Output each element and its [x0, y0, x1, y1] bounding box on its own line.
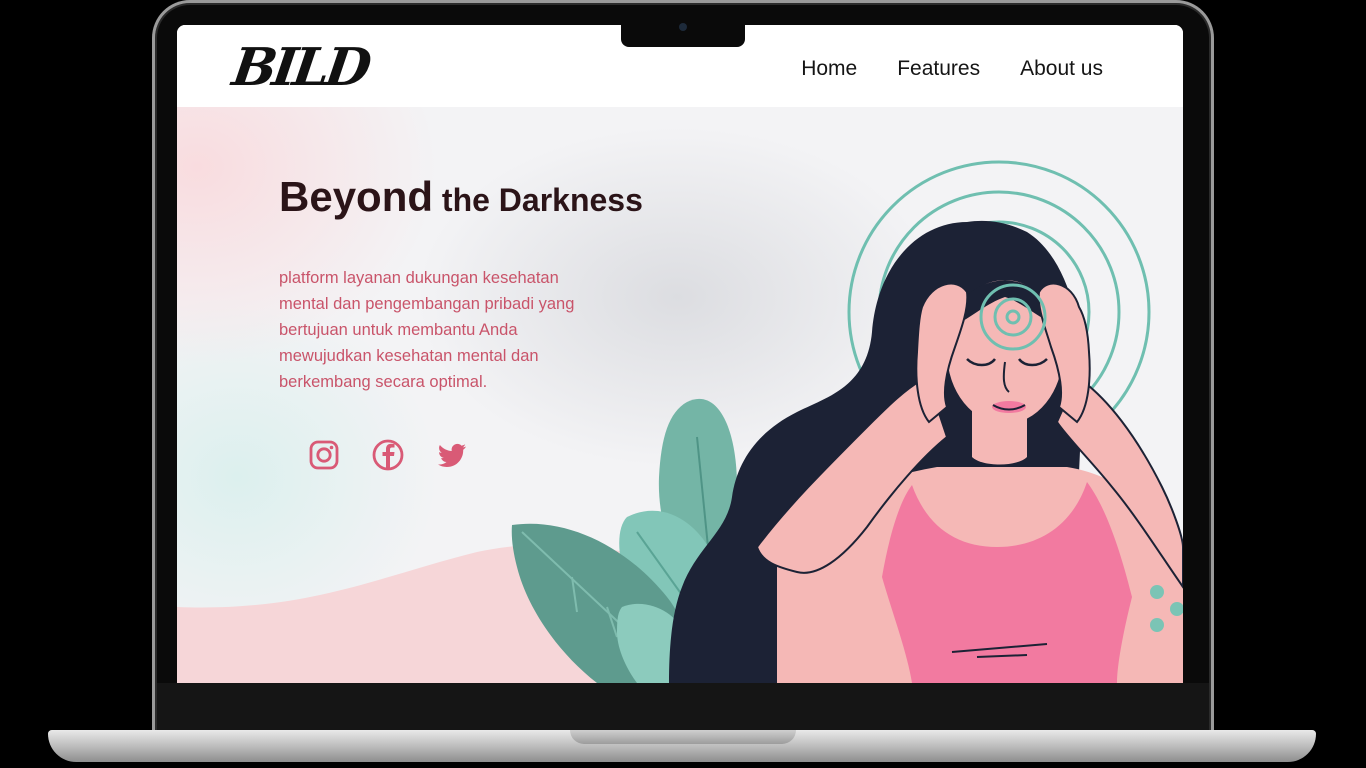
screen-bottom-bezel	[157, 683, 1209, 731]
website-screen: BILD Home Features About us Beyond the D…	[177, 25, 1183, 683]
social-links	[307, 438, 469, 472]
laptop-base-notch	[570, 730, 796, 744]
main-nav: Home Features About us	[801, 57, 1103, 81]
hero-description: platform layanan dukungan kesehatan ment…	[279, 269, 575, 391]
nav-about-link[interactable]: About us	[1020, 57, 1103, 81]
hero-title-rest: the Darkness	[441, 182, 643, 218]
hero-section: Beyond the Darkness platform layanan duk…	[177, 107, 1183, 683]
nav-features-link[interactable]: Features	[897, 57, 980, 81]
facebook-icon[interactable]	[371, 438, 405, 472]
hero-title-main: Beyond	[279, 173, 434, 220]
twitter-icon[interactable]	[435, 438, 469, 472]
hero-title: Beyond the Darkness	[279, 173, 643, 221]
nav-home-link[interactable]: Home	[801, 57, 857, 81]
camera-icon	[679, 23, 687, 31]
instagram-icon[interactable]	[307, 438, 341, 472]
site-logo[interactable]: BILD	[229, 37, 372, 98]
